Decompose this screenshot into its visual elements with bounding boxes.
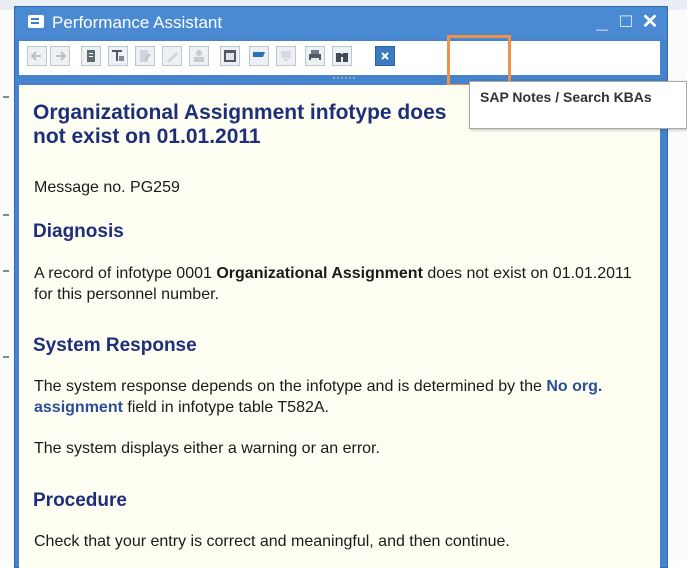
tooltip-text: SAP Notes / Search KBAs bbox=[480, 89, 652, 105]
tooltip: SAP Notes / Search KBAs bbox=[469, 81, 687, 129]
highlight-box bbox=[447, 35, 511, 87]
flag-icon[interactable] bbox=[249, 46, 269, 66]
procedure-text: Check that your entry is correct and mea… bbox=[34, 533, 510, 550]
diagnosis-emphasis: Organizational Assignment bbox=[216, 265, 423, 282]
calendar-icon[interactable] bbox=[220, 46, 240, 66]
toolbar-grip[interactable] bbox=[333, 77, 355, 83]
forward-icon[interactable] bbox=[50, 46, 70, 66]
title-bar[interactable]: Performance Assistant _ □ ✕ bbox=[15, 7, 667, 39]
message-number: Message no. PG259 bbox=[34, 179, 180, 196]
user-icon[interactable] bbox=[189, 46, 209, 66]
diagnosis-heading: Diagnosis bbox=[33, 221, 124, 242]
minimize-button[interactable]: _ bbox=[591, 9, 613, 35]
diagnosis-text: A record of infotype 0001 Organizational… bbox=[34, 265, 632, 303]
close-box-icon[interactable] bbox=[375, 46, 395, 66]
performance-assistant-icon bbox=[28, 15, 44, 28]
back-icon[interactable] bbox=[27, 46, 47, 66]
technical-info-icon[interactable] bbox=[108, 46, 128, 66]
document-icon[interactable] bbox=[81, 46, 101, 66]
print-icon[interactable] bbox=[305, 46, 325, 66]
system-response-line2: The system displays either a warning or … bbox=[34, 440, 380, 457]
toolbar bbox=[19, 41, 660, 75]
background-mark bbox=[3, 214, 9, 216]
background-mark bbox=[3, 356, 9, 358]
system-response-heading: System Response bbox=[33, 335, 197, 356]
binoculars-icon[interactable] bbox=[332, 46, 352, 66]
maximize-button[interactable]: □ bbox=[615, 9, 637, 35]
pencil-icon[interactable] bbox=[162, 46, 182, 66]
system-response-text: The system response depends on the infot… bbox=[34, 378, 603, 416]
procedure-heading: Procedure bbox=[33, 490, 127, 511]
message-content: Organizational Assignment infotype does … bbox=[19, 85, 660, 568]
edit-icon[interactable] bbox=[135, 46, 155, 66]
background-mark bbox=[3, 270, 9, 272]
monitor-icon[interactable] bbox=[276, 46, 296, 66]
message-title: Organizational Assignment infotype does … bbox=[33, 101, 447, 148]
background-mark bbox=[3, 96, 9, 98]
close-button[interactable]: ✕ bbox=[639, 9, 661, 35]
window-title: Performance Assistant bbox=[52, 13, 223, 32]
